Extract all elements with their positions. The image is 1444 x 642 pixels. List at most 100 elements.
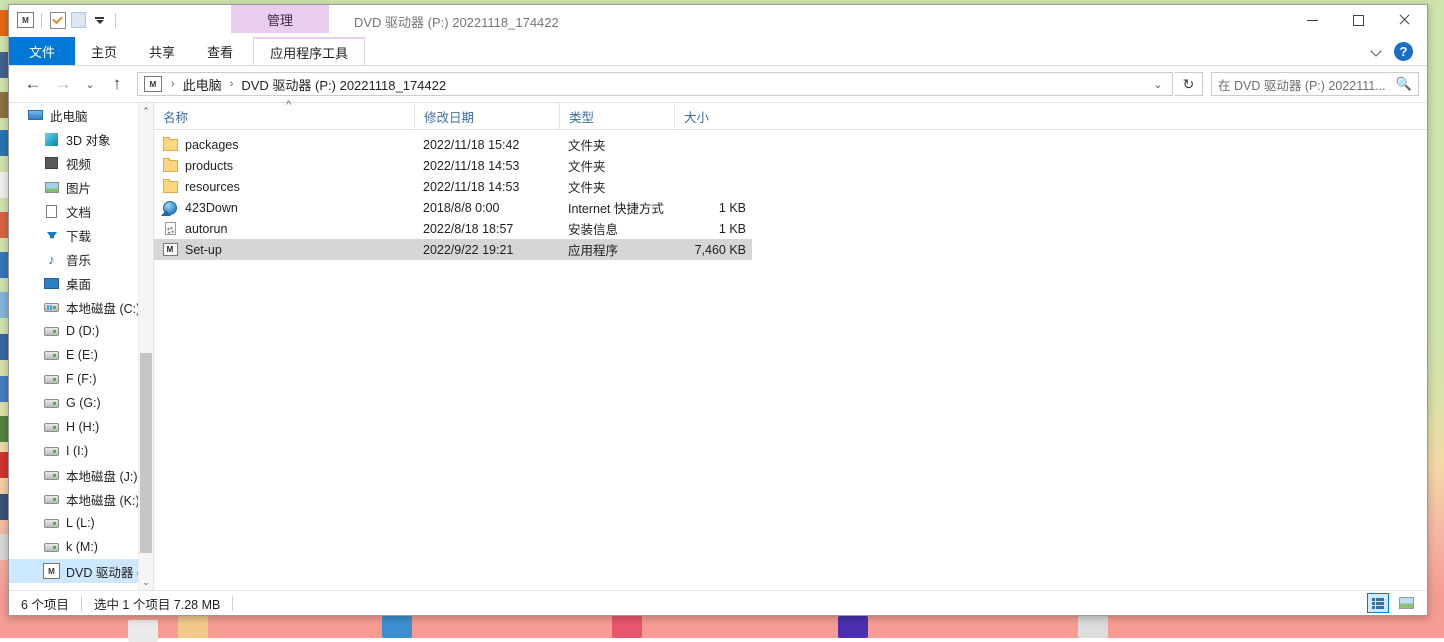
desktop-icon [43,275,60,291]
forward-button[interactable]: → [49,70,77,98]
sidebar-item-7[interactable]: 桌面 [9,271,153,295]
sidebar-item-5[interactable]: 下载 [9,223,153,247]
tab-file[interactable]: 文件 [9,37,75,65]
details-view-button[interactable] [1367,593,1389,613]
scroll-down-icon[interactable]: ⌄ [139,574,153,590]
sidebar-item-6[interactable]: ♪音乐 [9,247,153,271]
file-date-cell: 2022/11/18 15:42 [414,138,559,152]
column-header-name[interactable]: 名称 [154,103,414,129]
desktop-icon[interactable] [838,616,868,638]
drive-icon [43,539,60,555]
help-icon[interactable]: ? [1394,42,1413,61]
search-icon[interactable]: 🔍 [1396,76,1412,92]
sidebar-item-label: 音乐 [66,250,91,269]
sidebar-item-label: D (D:) [66,324,99,338]
url-icon [162,200,178,216]
sidebar-item-0[interactable]: 此电脑 [9,103,153,127]
app-icon-glyph: M [17,12,34,28]
pc-icon [27,107,44,123]
desktop-icon[interactable] [178,616,208,638]
sidebar-item-10[interactable]: E (E:) [9,343,153,367]
breadcrumb-separator: › [166,78,180,90]
up-button[interactable]: ↑ [103,70,131,98]
folder-icon [162,137,178,153]
sidebar-item-label: 视频 [66,154,91,173]
sidebar-item-label: 下载 [66,226,91,245]
tab-application-tools[interactable]: 应用程序工具 [253,37,365,65]
sidebar-item-8[interactable]: 本地磁盘 (C:) [9,295,153,319]
tab-view[interactable]: 查看 [191,37,249,65]
scroll-up-icon[interactable]: ⌃ [139,103,153,119]
properties-icon[interactable] [49,12,66,29]
sidebar-item-15[interactable]: 本地磁盘 (J:) [9,463,153,487]
maximize-button[interactable] [1335,5,1381,35]
breadcrumb-dropdown-icon[interactable]: ⌄ [1148,78,1168,91]
sidebar-item-16[interactable]: 本地磁盘 (K:) [9,487,153,511]
table-row[interactable]: autorun2022/8/18 18:57安装信息1 KB [154,218,752,239]
scrollbar-thumb[interactable] [140,353,152,553]
recent-locations-button[interactable]: ⌄ [79,70,101,98]
table-row[interactable]: packages2022/11/18 15:42文件夹 [154,134,752,155]
breadcrumb-item-this-pc[interactable]: 此电脑 [180,75,225,94]
sidebar-item-1[interactable]: 3D 对象 [9,127,153,151]
file-type-cell: 文件夹 [559,177,674,196]
drive-icon [43,491,60,507]
sidebar-item-19[interactable]: MDVD 驱动器 (P:⌄ [9,559,153,583]
sidebar-item-4[interactable]: 文档 [9,199,153,223]
drive-icon [43,371,60,387]
breadcrumb-item-dvd-drive[interactable]: DVD 驱动器 (P:) 20221118_174422 [238,75,449,94]
3d-icon [43,131,60,147]
close-button[interactable] [1381,5,1427,35]
chevron-down-icon[interactable] [1370,44,1384,58]
desktop-icon[interactable] [1078,616,1108,638]
table-row[interactable]: MSet-up2022/9/22 19:21应用程序7,460 KB [154,239,752,260]
sidebar-item-label: 本地磁盘 (K:) [66,490,140,509]
table-row[interactable]: resources2022/11/18 14:53文件夹 [154,176,752,197]
sidebar-item-17[interactable]: L (L:) [9,511,153,535]
column-header-type[interactable]: 类型 [559,103,674,129]
refresh-button[interactable]: ↻ [1175,72,1203,96]
title-bar: M 管理 DVD 驱动器 (P:) 20221118_174422 [9,5,1427,37]
navigation-list: 此电脑 3D 对象视频图片文档下载 ♪音乐桌面本地磁盘 (C:) D (D:) E (E… [9,103,153,583]
sidebar-item-14[interactable]: I (I:) [9,439,153,463]
breadcrumb[interactable]: M › 此电脑 › DVD 驱动器 (P:) 20221118_174422 ⌄ [137,72,1173,96]
sidebar-item-12[interactable]: G (G:) [9,391,153,415]
navigation-scrollbar[interactable]: ⌃ ⌄ [138,103,153,590]
sidebar-item-3[interactable]: 图片 [9,175,153,199]
sidebar-item-11[interactable]: F (F:) [9,367,153,391]
tab-home[interactable]: 主页 [75,37,133,65]
customize-qat-icon[interactable] [91,12,108,29]
video-icon [43,155,60,171]
search-input[interactable]: 在 DVD 驱动器 (P:) 2022111... 🔍 [1211,72,1419,96]
sidebar-item-label: G (G:) [66,396,101,410]
inf-icon [162,221,178,237]
desktop-icon[interactable] [128,620,158,642]
large-icons-view-button[interactable] [1395,593,1417,613]
divider [115,13,116,28]
drive-icon [43,467,60,483]
sidebar-item-label: E (E:) [66,348,98,362]
tab-share[interactable]: 共享 [133,37,191,65]
sidebar-item-label: F (F:) [66,372,97,386]
file-name-label: Set-up [185,243,222,257]
column-header-size[interactable]: 大小 [674,103,754,129]
table-row[interactable]: products2022/11/18 14:53文件夹 [154,155,752,176]
sidebar-item-13[interactable]: H (H:) [9,415,153,439]
column-header-date[interactable]: 修改日期 [414,103,559,129]
new-folder-icon[interactable] [70,12,87,29]
desktop-icon[interactable] [612,616,642,638]
file-size-cell: 1 KB [674,201,754,215]
sidebar-item-18[interactable]: k (M:) [9,535,153,559]
sidebar-item-label: I (I:) [66,444,88,458]
dvd-icon: M [43,563,60,579]
file-name-cell: packages [154,137,414,153]
sidebar-item-2[interactable]: 视频 [9,151,153,175]
sidebar-item-label: 此电脑 [50,106,88,125]
back-button[interactable]: ← [19,70,47,98]
desktop-icon[interactable] [382,616,412,638]
minimize-button[interactable] [1289,5,1335,35]
sidebar-item-9[interactable]: D (D:) [9,319,153,343]
app-icon[interactable]: M [17,12,34,29]
table-row[interactable]: 423Down2018/8/8 0:00Internet 快捷方式1 KB [154,197,752,218]
file-type-cell: 文件夹 [559,135,674,154]
